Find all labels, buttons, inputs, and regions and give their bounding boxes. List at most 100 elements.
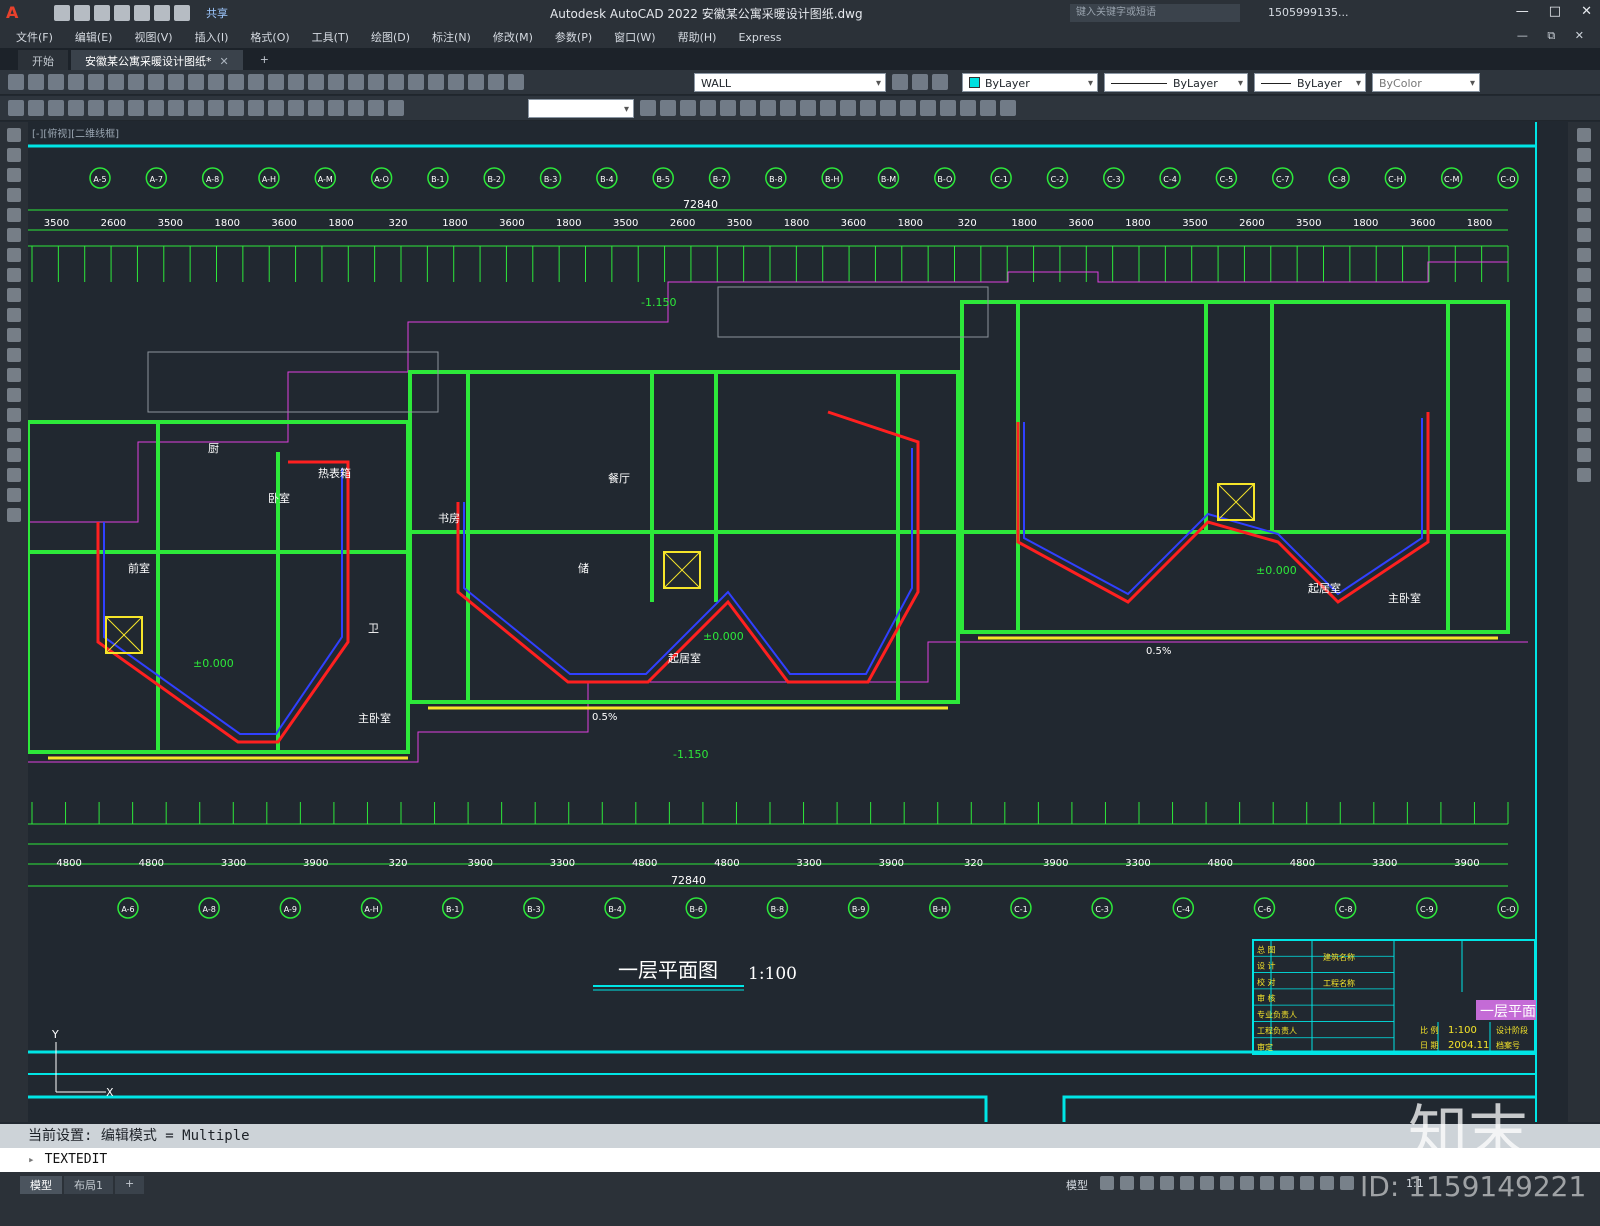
grid-icon[interactable] [1100, 1176, 1114, 1190]
table-icon[interactable] [7, 468, 21, 482]
help-icon[interactable] [428, 74, 444, 90]
close-tab-icon[interactable]: ✕ [220, 55, 229, 68]
stretch-icon[interactable] [820, 100, 836, 116]
revcloud-icon[interactable] [7, 268, 21, 282]
lock-icon[interactable] [508, 74, 524, 90]
command-input[interactable]: TEXTEDIT [45, 1152, 108, 1167]
jogged-linear-icon[interactable] [328, 100, 344, 116]
trim-icon[interactable] [840, 100, 856, 116]
menu-format[interactable]: 格式(O) [250, 29, 289, 45]
menu-tools[interactable]: 工具(T) [312, 29, 349, 45]
publish-icon[interactable] [108, 74, 124, 90]
isodraft-icon[interactable] [1180, 1176, 1194, 1190]
design-center-icon[interactable] [328, 74, 344, 90]
open-icon[interactable] [74, 5, 90, 21]
dim-diameter-icon[interactable] [128, 100, 144, 116]
scale-icon[interactable] [1577, 268, 1591, 282]
insert-block-icon[interactable] [7, 348, 21, 362]
preview-icon[interactable] [88, 74, 104, 90]
annotation-visibility-icon[interactable] [1300, 1176, 1314, 1190]
add-selected-icon[interactable] [7, 508, 21, 522]
dim-aligned-icon[interactable] [28, 100, 44, 116]
erase-icon[interactable] [660, 100, 676, 116]
menu-dimension[interactable]: 标注(N) [432, 29, 471, 45]
dimstyle-icon[interactable] [640, 100, 656, 116]
dim-update-icon[interactable] [388, 100, 404, 116]
plot-icon[interactable] [68, 74, 84, 90]
pan-icon[interactable] [248, 74, 264, 90]
drawing-canvas[interactable]: 72840 A-5 A-7 A-8 A-H A-M A-O B-1 B-2 B-3 B-4 B-5 B… [28, 122, 1568, 1122]
spline-icon[interactable] [7, 288, 21, 302]
annotation-scale-icon[interactable] [1340, 1176, 1354, 1190]
calc-icon[interactable] [408, 74, 424, 90]
search-input[interactable]: 键入关键字或短语 [1070, 4, 1240, 22]
maximize-icon[interactable]: □ [1549, 4, 1561, 19]
saveas-icon[interactable] [114, 5, 130, 21]
dim-radius-icon[interactable] [88, 100, 104, 116]
plotstyle-dropdown[interactable]: ByColor [1372, 73, 1480, 93]
tab-start[interactable]: 开始 [18, 50, 68, 70]
array-icon[interactable] [1577, 208, 1591, 222]
undo-icon[interactable] [208, 74, 224, 90]
pline-icon[interactable] [7, 168, 21, 182]
menu-view[interactable]: 视图(V) [134, 29, 172, 45]
fillet-icon[interactable] [1577, 428, 1591, 442]
markup-icon[interactable] [388, 74, 404, 90]
erase-icon[interactable] [1577, 128, 1591, 142]
menu-modify[interactable]: 修改(M) [493, 29, 533, 45]
tab-model[interactable]: 模型 [20, 1176, 62, 1194]
otrack-icon[interactable] [1200, 1176, 1214, 1190]
layer-manager-icon[interactable] [448, 74, 464, 90]
dim-jogged-icon[interactable] [108, 100, 124, 116]
open-icon[interactable] [28, 74, 44, 90]
break-icon[interactable] [880, 100, 896, 116]
dim-baseline-icon[interactable] [188, 100, 204, 116]
group-icon[interactable] [1000, 100, 1016, 116]
tab-layout1[interactable]: 布局1 [64, 1176, 113, 1194]
fillet-icon[interactable] [940, 100, 956, 116]
sheet-set-icon[interactable] [368, 74, 384, 90]
gradient-icon[interactable] [7, 428, 21, 442]
polar-icon[interactable] [1160, 1176, 1174, 1190]
explode-icon[interactable] [960, 100, 976, 116]
mirror-icon[interactable] [700, 100, 716, 116]
ellipse-icon[interactable] [7, 308, 21, 322]
close-icon[interactable]: ✕ [1581, 4, 1592, 19]
drawing-viewport[interactable]: 72840 A-5 A-7 A-8 A-H A-M A-O B-1 B-2 B-3 B-4 B-5 B… [28, 122, 1568, 1122]
lineweight-icon[interactable] [1240, 1176, 1254, 1190]
dim-space-icon[interactable] [228, 100, 244, 116]
blend-icon[interactable] [1577, 448, 1591, 462]
add-layout-button[interactable]: + [115, 1176, 145, 1194]
auto-scale-icon[interactable] [1320, 1176, 1334, 1190]
share-button[interactable]: 共享 [206, 5, 228, 21]
autocad-logo-icon[interactable]: A [6, 2, 28, 24]
rectangle-icon[interactable] [7, 208, 21, 222]
dim-angular-icon[interactable] [148, 100, 164, 116]
save-icon[interactable] [48, 74, 64, 90]
cut-icon[interactable] [128, 74, 144, 90]
move-icon[interactable] [760, 100, 776, 116]
center-mark-icon[interactable] [288, 100, 304, 116]
menu-draw[interactable]: 绘图(D) [371, 29, 410, 45]
move-icon[interactable] [1577, 228, 1591, 242]
dimstyle-dropdown[interactable] [528, 99, 634, 119]
viewport-label[interactable]: [-][俯视][二维线框] [32, 125, 119, 140]
paste-icon[interactable] [168, 74, 184, 90]
chamfer-icon[interactable] [1577, 408, 1591, 422]
zoom-icon[interactable] [268, 74, 284, 90]
save-icon[interactable] [94, 5, 110, 21]
minimize-icon[interactable]: — [1516, 4, 1529, 19]
make-block-icon[interactable] [7, 368, 21, 382]
ellipse-arc-icon[interactable] [7, 328, 21, 342]
tool-palette-icon[interactable] [348, 74, 364, 90]
rotate-icon[interactable] [1577, 248, 1591, 262]
draworder-icon[interactable] [980, 100, 996, 116]
snap-icon[interactable] [1120, 1176, 1134, 1190]
color-dropdown[interactable]: ByLayer [962, 73, 1098, 93]
tolerance-icon[interactable] [268, 100, 284, 116]
menu-insert[interactable]: 插入(I) [195, 29, 229, 45]
ortho-icon[interactable] [1140, 1176, 1154, 1190]
redo-icon[interactable] [228, 74, 244, 90]
sun-icon[interactable] [488, 74, 504, 90]
dim-continue-icon[interactable] [208, 100, 224, 116]
